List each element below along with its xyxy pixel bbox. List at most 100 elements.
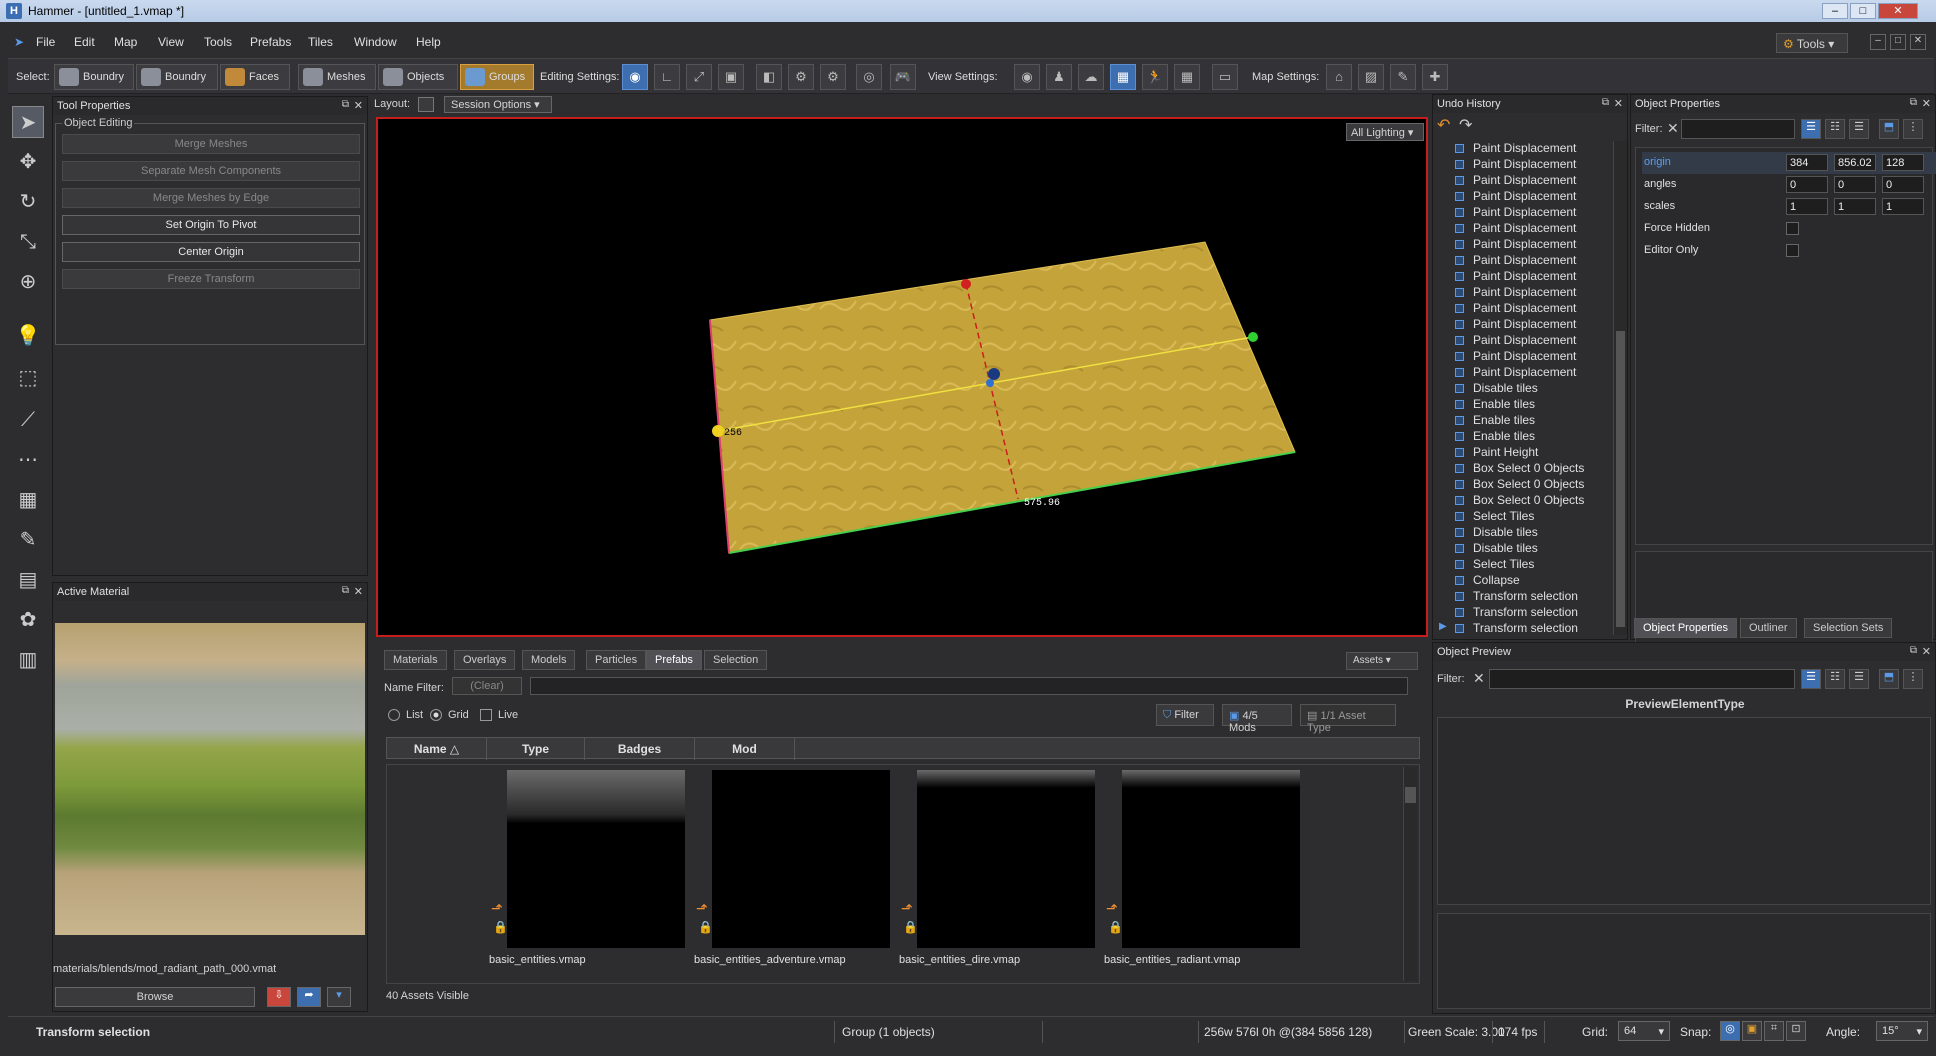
foliage-tool-icon[interactable]: ✿: [12, 604, 44, 636]
menu-map[interactable]: Map: [114, 35, 137, 49]
tile-grid-icon[interactable]: ▦: [1174, 64, 1200, 90]
gizmo-red-handle[interactable]: [961, 279, 971, 289]
assets-dropdown[interactable]: Assets ▾: [1346, 652, 1418, 670]
pivot-icon[interactable]: ▣: [718, 64, 744, 90]
undo-list-item[interactable]: Paint Displacement: [1473, 333, 1576, 347]
editor-only-checkbox[interactable]: [1786, 244, 1799, 257]
monitor-icon[interactable]: ▭: [1212, 64, 1238, 90]
grid-tool-icon[interactable]: ▥: [12, 644, 44, 676]
undo-icon[interactable]: ↶: [1437, 115, 1457, 135]
tab-models[interactable]: Models: [522, 650, 576, 670]
tab-object-properties[interactable]: Object Properties: [1634, 618, 1737, 638]
angles-x-field[interactable]: 0: [1786, 176, 1828, 193]
tools-dropdown[interactable]: ⚙ Tools ▾: [1776, 33, 1848, 53]
path-tool-icon[interactable]: ⋯: [12, 444, 44, 476]
gizmo-green-handle[interactable]: [1248, 332, 1258, 342]
scales-x-field[interactable]: 1: [1786, 198, 1828, 215]
center-origin-button[interactable]: Center Origin: [62, 242, 360, 262]
tile-tool-icon[interactable]: ▤: [12, 564, 44, 596]
menu-edit[interactable]: Edit: [74, 35, 95, 49]
angle-dropdown[interactable]: 15° ▾: [1876, 1021, 1928, 1041]
snap-face-icon[interactable]: ⊡: [1786, 1021, 1806, 1041]
undo-list-item[interactable]: Disable tiles: [1473, 381, 1538, 395]
property-filter-input[interactable]: [1681, 119, 1795, 139]
undo-list-item[interactable]: Paint Displacement: [1473, 349, 1576, 363]
particles-icon[interactable]: ☁: [1078, 64, 1104, 90]
close-window-button[interactable]: ✕: [1878, 3, 1918, 19]
undo-list-item[interactable]: Enable tiles: [1473, 413, 1535, 427]
details-view-icon[interactable]: ☷: [1825, 119, 1845, 139]
undo-list-item[interactable]: Transform selection: [1473, 621, 1578, 635]
origin-y-field[interactable]: 856.02: [1834, 154, 1876, 171]
select-groups-button[interactable]: Groups: [460, 64, 534, 90]
texture-tool-icon[interactable]: ▦: [12, 484, 44, 516]
mdi-minimize-button[interactable]: –: [1870, 34, 1886, 50]
local-space-icon[interactable]: ◎: [856, 64, 882, 90]
filter-button[interactable]: ⛉ Filter: [1156, 704, 1214, 726]
float-icon[interactable]: ⧉: [1910, 97, 1917, 108]
asset-scrollbar[interactable]: [1403, 767, 1417, 981]
tab-selection-sets[interactable]: Selection Sets: [1804, 618, 1893, 638]
undo-list-item[interactable]: Paint Displacement: [1473, 365, 1576, 379]
browse-button[interactable]: Browse: [55, 987, 255, 1007]
select-boundry2-button[interactable]: Boundry: [136, 64, 218, 90]
merge-meshes-by-edge-button[interactable]: Merge Meshes by Edge: [62, 188, 360, 208]
undo-list-item[interactable]: Box Select 0 Objects: [1473, 461, 1584, 475]
close-icon[interactable]: ✕: [1922, 645, 1931, 658]
redo-icon[interactable]: ↷: [1459, 115, 1479, 135]
menu-tiles[interactable]: Tiles: [308, 35, 333, 49]
undo-list-item[interactable]: Paint Displacement: [1473, 237, 1576, 251]
force-hidden-checkbox[interactable]: [1786, 222, 1799, 235]
float-icon[interactable]: ⧉: [1602, 97, 1609, 108]
undo-list-item[interactable]: Paint Displacement: [1473, 317, 1576, 331]
map-hatch-icon[interactable]: ▨: [1358, 64, 1384, 90]
terrain-plane[interactable]: [709, 241, 1296, 554]
undo-list-item[interactable]: Enable tiles: [1473, 429, 1535, 443]
clip-tool-icon[interactable]: ⟋: [12, 404, 44, 436]
undo-list-item[interactable]: Transform selection: [1473, 589, 1578, 603]
map-brush-icon[interactable]: ✎: [1390, 64, 1416, 90]
paint-tool-icon[interactable]: ✎: [12, 524, 44, 556]
merge-meshes-button[interactable]: Merge Meshes: [62, 134, 360, 154]
gamepad-icon[interactable]: 🎮: [890, 64, 916, 90]
compact-view-icon[interactable]: ☰: [1849, 669, 1869, 689]
column-type[interactable]: Type: [487, 738, 585, 760]
gizmo-blue-handle[interactable]: [986, 379, 994, 387]
float-icon[interactable]: ⧉: [342, 99, 349, 110]
compact-view-icon[interactable]: ☰: [1849, 119, 1869, 139]
select-faces-button[interactable]: Faces: [220, 64, 290, 90]
transform-icon[interactable]: ⚙: [820, 64, 846, 90]
column-badges[interactable]: Badges: [585, 738, 695, 760]
tab-particles[interactable]: Particles: [586, 650, 647, 670]
lighting-icon[interactable]: ◉: [1014, 64, 1040, 90]
tab-prefabs[interactable]: Prefabs: [646, 650, 702, 670]
preview-filter-input[interactable]: [1489, 669, 1795, 689]
pin-icon[interactable]: ⬒: [1879, 119, 1899, 139]
scale-snap-icon[interactable]: ⤢: [686, 64, 712, 90]
rotate-tool-icon[interactable]: ↻: [12, 186, 44, 218]
clear-filter-button[interactable]: (Clear): [452, 677, 522, 695]
undo-list-item[interactable]: Paint Height: [1473, 445, 1538, 459]
undo-list-item[interactable]: Box Select 0 Objects: [1473, 493, 1584, 507]
scales-z-field[interactable]: 1: [1882, 198, 1924, 215]
undo-list-item[interactable]: Collapse: [1473, 573, 1520, 587]
select-tool-icon[interactable]: ➤: [12, 106, 44, 138]
gizmo-yellow-handle[interactable]: [712, 425, 724, 437]
undo-list-item[interactable]: Transform selection: [1473, 605, 1578, 619]
origin-z-field[interactable]: 128: [1882, 154, 1924, 171]
origin-x-field[interactable]: 384: [1786, 154, 1828, 171]
grid-view-radio[interactable]: [430, 709, 442, 721]
menu-prefabs[interactable]: Prefabs: [250, 35, 291, 49]
undo-list-item[interactable]: Paint Displacement: [1473, 205, 1576, 219]
layout-icon[interactable]: [418, 97, 434, 112]
undo-list-item[interactable]: Paint Displacement: [1473, 157, 1576, 171]
menu-window[interactable]: Window: [354, 35, 397, 49]
mods-button[interactable]: ▣ 4/5 Mods: [1222, 704, 1292, 734]
apply-material-icon[interactable]: ⇩: [267, 987, 291, 1007]
close-icon[interactable]: ✕: [354, 99, 363, 112]
float-icon[interactable]: ⧉: [342, 585, 349, 596]
list-view-icon[interactable]: ☰: [1801, 669, 1821, 689]
material-menu-icon[interactable]: ▾: [327, 987, 351, 1007]
hammer-menu-icon[interactable]: ➤: [14, 35, 24, 49]
nudge-icon[interactable]: ◧: [756, 64, 782, 90]
